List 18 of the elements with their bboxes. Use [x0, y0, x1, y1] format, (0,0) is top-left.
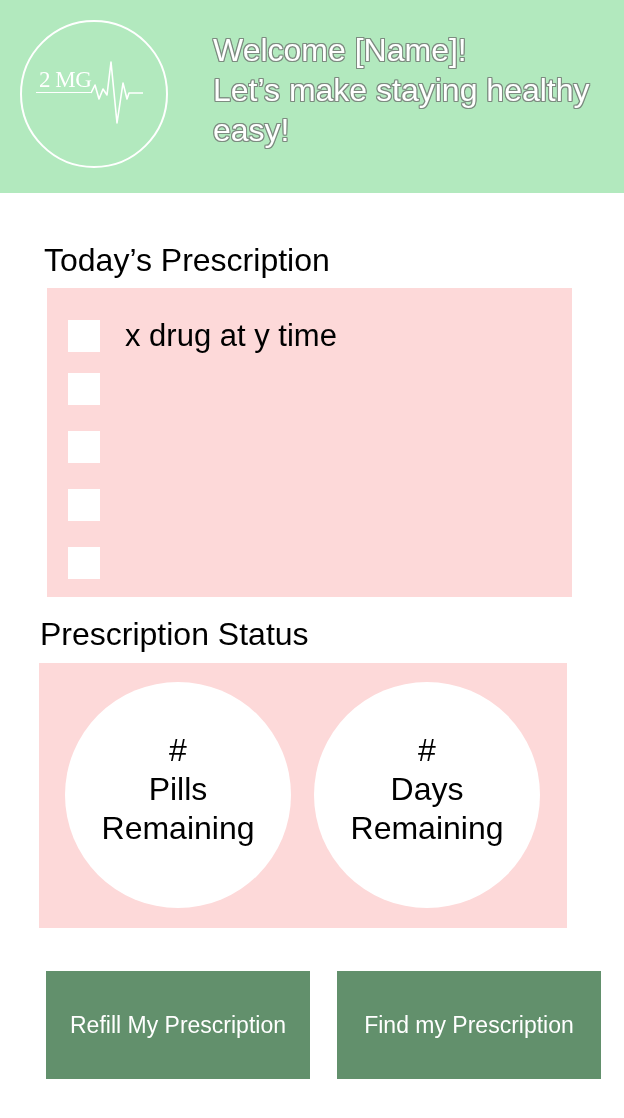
- stat-value: #: [169, 730, 187, 770]
- section-title: Today’s Prescription: [44, 241, 330, 279]
- logo-text: 2 MG: [36, 68, 92, 93]
- checkbox[interactable]: [68, 547, 100, 579]
- tagline-text: Let’s make staying healthy easy!: [213, 71, 591, 150]
- stat-value: #: [418, 730, 436, 770]
- prescription-item-label: x drug at y time: [125, 318, 337, 354]
- stat-label: Pills Remaining: [100, 769, 256, 848]
- checkbox[interactable]: [68, 320, 100, 352]
- action-button[interactable]: Refill My Prescription: [46, 971, 310, 1079]
- heartbeat-line-icon: [91, 61, 144, 125]
- welcome-heading: Welcome [Name]!: [213, 31, 468, 70]
- stat-label: Days Remaining: [349, 769, 505, 848]
- action-button[interactable]: Find my Prescription: [337, 971, 601, 1079]
- checkbox[interactable]: [68, 431, 100, 463]
- section-title: Prescription Status: [40, 615, 309, 653]
- checkbox[interactable]: [68, 489, 100, 521]
- checkbox[interactable]: [68, 373, 100, 405]
